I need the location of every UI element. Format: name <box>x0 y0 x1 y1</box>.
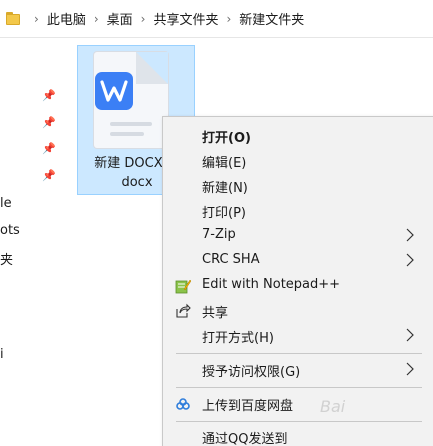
watermark: Bai <box>320 397 346 416</box>
share-icon <box>176 303 191 318</box>
menu-item-7zip[interactable]: 7-Zip <box>163 223 433 248</box>
menu-item-label: 7-Zip <box>202 227 236 242</box>
chevron-right-icon <box>406 328 414 342</box>
menu-item-label: 打印(P) <box>202 206 246 221</box>
menu-item-label: 通过QQ发送到 <box>202 432 288 446</box>
breadcrumb-this-pc[interactable]: 此电脑 <box>47 9 86 28</box>
menu-item-open[interactable]: 打开(O) <box>163 123 433 148</box>
chevron-right-icon[interactable]: › <box>226 12 231 26</box>
menu-item-label: 打开方式(H) <box>202 331 274 346</box>
menu-item-open-with[interactable]: 打开方式(H) <box>163 323 433 348</box>
menu-item-label: 授予访问权限(G) <box>202 365 301 380</box>
pin-icon[interactable]: 📌 <box>42 117 56 129</box>
menu-item-edit-notepadpp[interactable]: Edit with Notepad++ <box>163 273 433 298</box>
menu-item-label: 上传到百度网盘 <box>202 399 294 414</box>
chevron-right-icon <box>406 253 414 267</box>
pin-icon[interactable]: 📌 <box>42 90 56 102</box>
menu-item-label: 新建(N) <box>202 181 248 196</box>
pin-icon[interactable]: 📌 <box>42 170 56 182</box>
nav-item-partial[interactable]: 夹 <box>0 249 13 268</box>
wps-writer-icon <box>95 72 133 110</box>
menu-item-grant-access[interactable]: 授予访问权限(G) <box>163 357 433 382</box>
menu-item-send-qq[interactable]: 通过QQ发送到 <box>163 424 433 446</box>
chevron-right-icon <box>406 228 414 242</box>
menu-separator <box>176 353 422 354</box>
menu-item-print[interactable]: 打印(P) <box>163 198 433 223</box>
navigation-pane: 📌 📌 📌 📌 le ots 夹 i <box>0 38 62 446</box>
menu-separator <box>176 421 422 422</box>
chevron-right-icon[interactable]: › <box>94 12 99 26</box>
breadcrumb-shared-folder[interactable]: 共享文件夹 <box>153 9 218 28</box>
baidu-netdisk-icon <box>176 398 190 410</box>
menu-separator <box>176 387 422 388</box>
menu-item-share[interactable]: 共享 <box>163 298 433 323</box>
document-icon <box>94 52 168 148</box>
menu-item-upload-baidu[interactable]: 上传到百度网盘 <box>163 391 433 416</box>
menu-item-edit[interactable]: 编辑(E) <box>163 148 433 173</box>
notepadpp-icon <box>175 279 191 294</box>
menu-item-label: CRC SHA <box>202 252 260 267</box>
chevron-right-icon[interactable]: › <box>34 12 39 26</box>
chevron-right-icon[interactable]: › <box>141 12 146 26</box>
menu-item-label: Edit with Notepad++ <box>202 277 341 292</box>
menu-item-label: 共享 <box>202 306 229 321</box>
nav-item-partial[interactable]: i <box>0 347 4 362</box>
folder-icon <box>6 12 20 25</box>
breadcrumb-new-folder[interactable]: 新建文件夹 <box>239 9 304 28</box>
nav-item-partial[interactable]: le <box>0 196 12 211</box>
chevron-right-icon <box>406 362 414 376</box>
pin-icon[interactable]: 📌 <box>42 143 56 155</box>
menu-item-label: 打开(O) <box>202 131 251 146</box>
menu-item-new[interactable]: 新建(N) <box>163 173 433 198</box>
breadcrumb-desktop[interactable]: 桌面 <box>107 9 133 28</box>
nav-item-partial[interactable]: ots <box>0 223 20 238</box>
context-menu: 打开(O) 编辑(E) 新建(N) 打印(P) 7-Zip CRC SHA Ed… <box>162 116 433 446</box>
menu-item-label: 编辑(E) <box>202 156 247 171</box>
address-bar[interactable]: › 此电脑 › 桌面 › 共享文件夹 › 新建文件夹 <box>0 0 433 38</box>
menu-item-crc-sha[interactable]: CRC SHA <box>163 248 433 273</box>
